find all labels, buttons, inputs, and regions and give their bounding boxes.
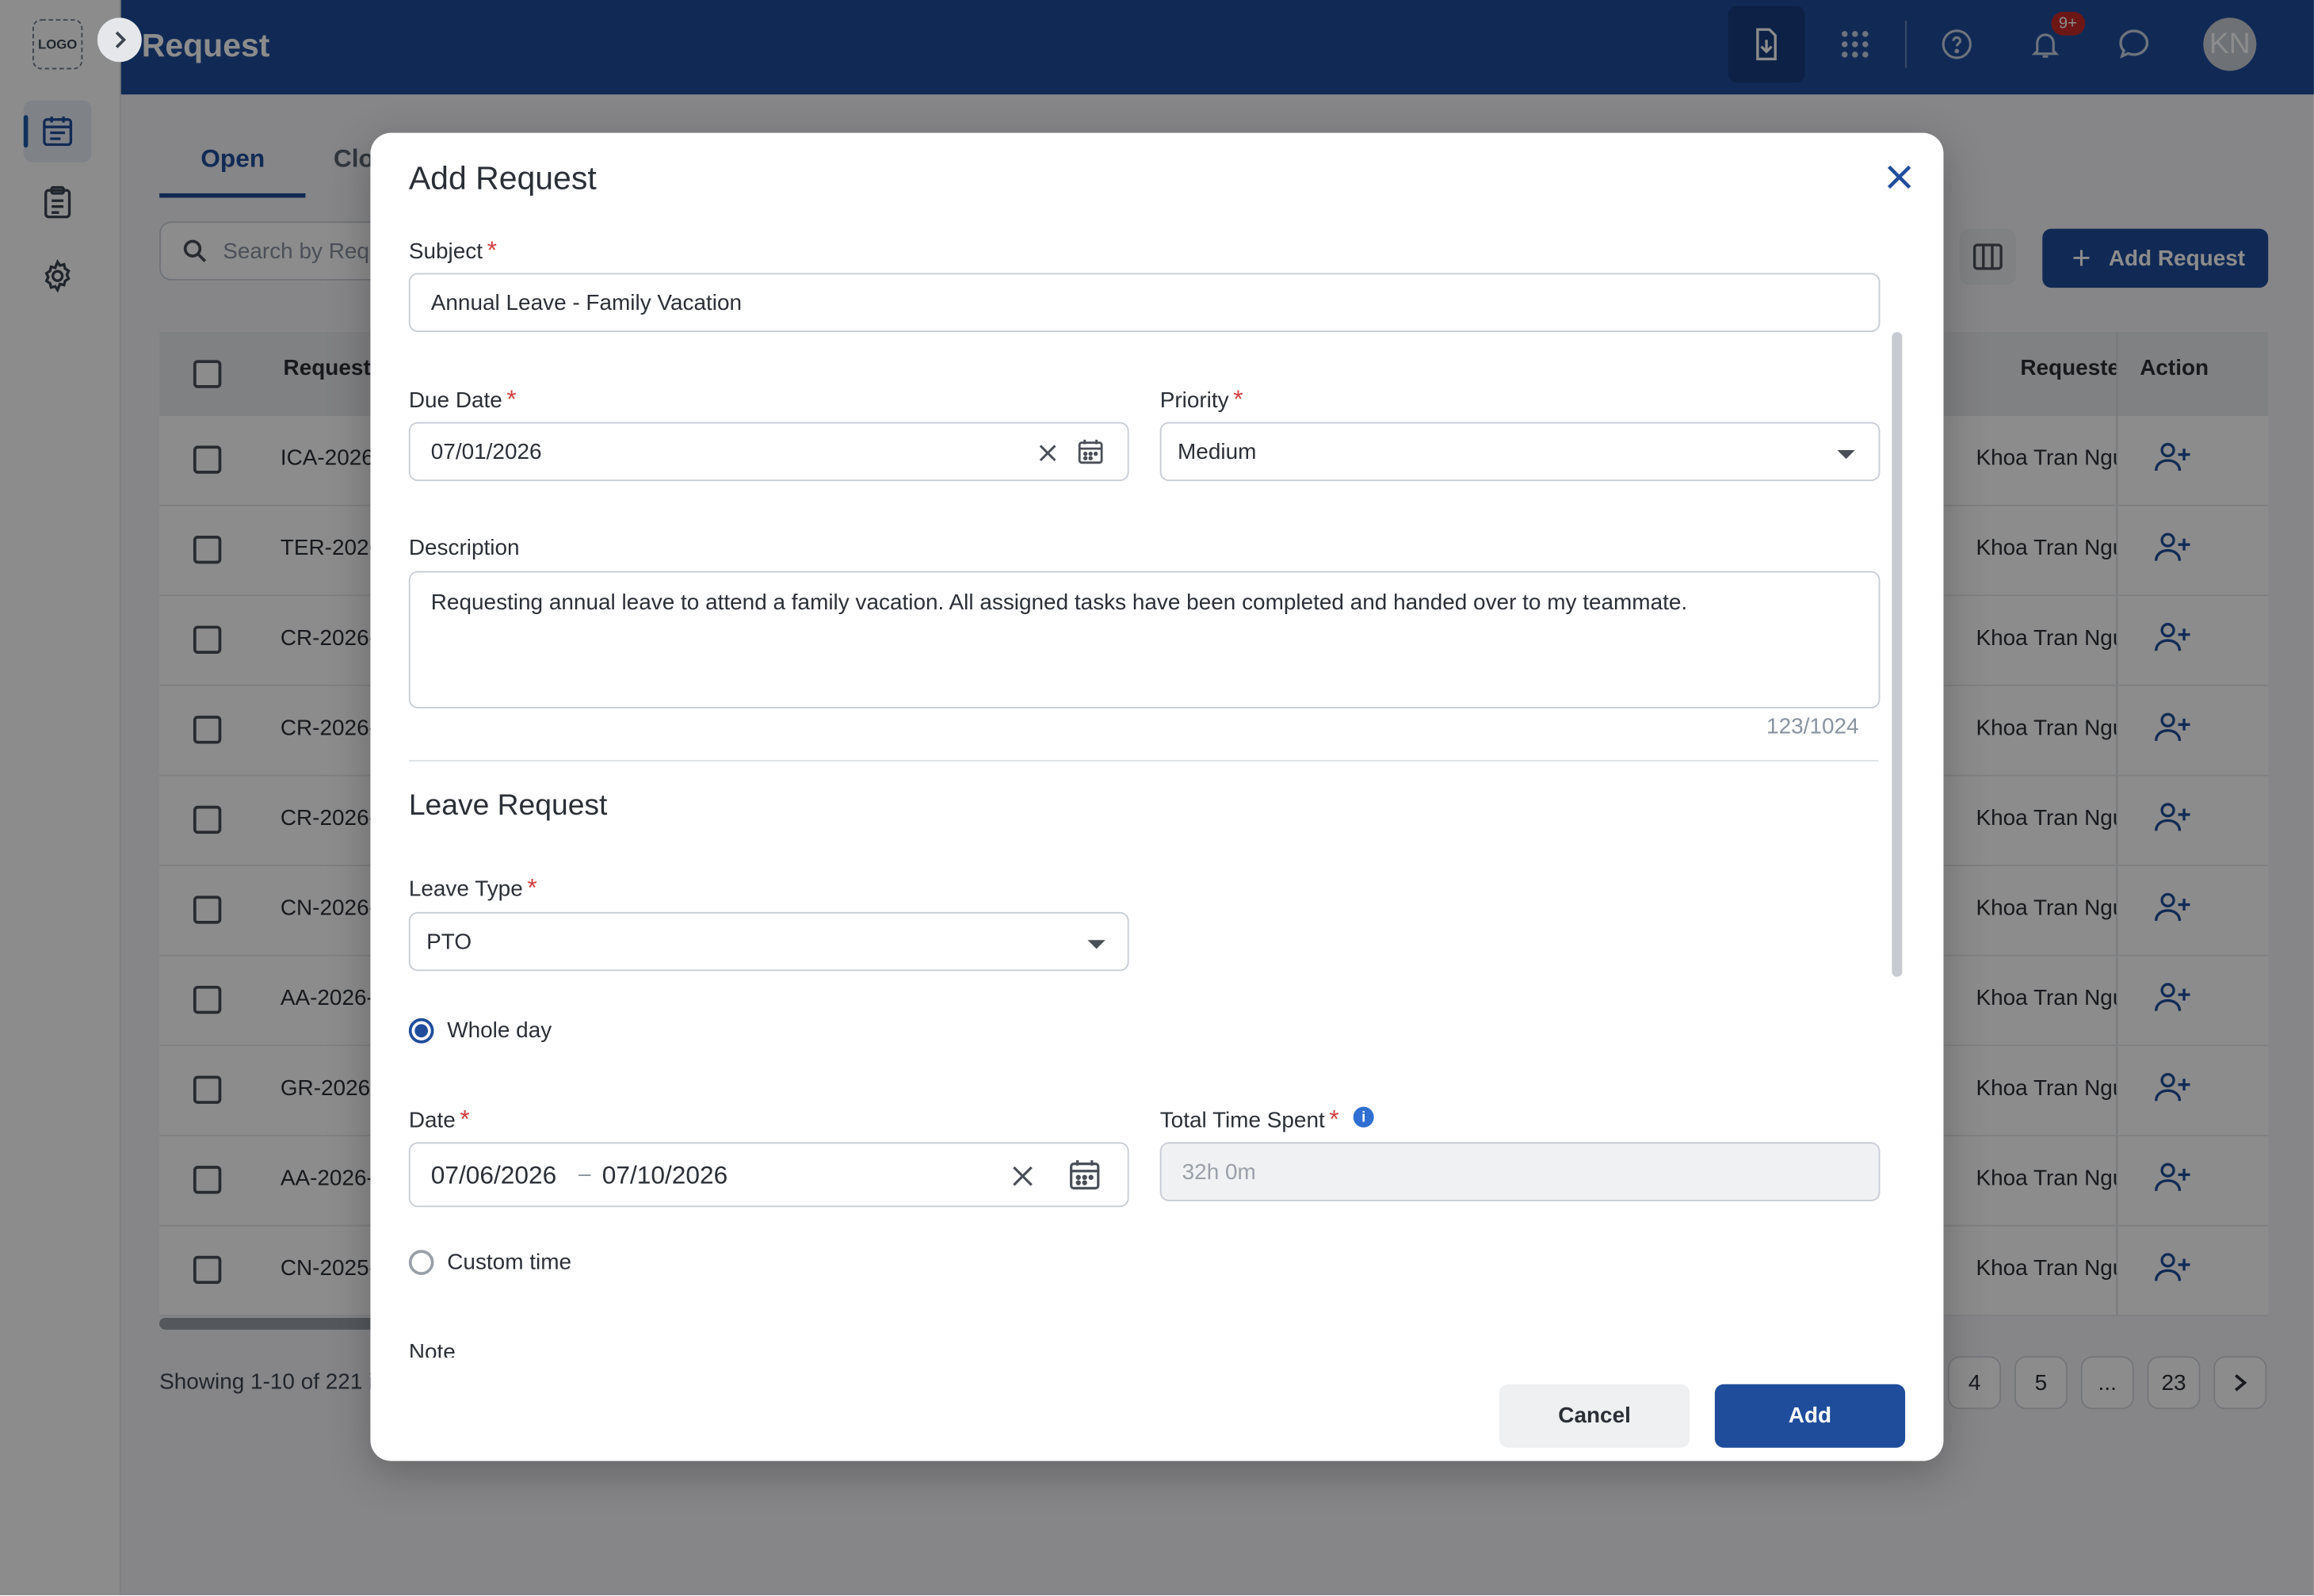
priority-select[interactable]: Medium xyxy=(1159,422,1881,482)
add-button[interactable]: Add xyxy=(1714,1384,1906,1448)
description-field[interactable]: Requesting annual leave to attend a fami… xyxy=(408,571,1881,708)
section-divider xyxy=(408,760,1879,762)
note-label: Note xyxy=(408,1339,456,1358)
total-time-label: Total Time Spent * xyxy=(1159,1105,1339,1134)
clear-icon[interactable] xyxy=(1011,1164,1035,1188)
date-label: Date * xyxy=(408,1105,470,1134)
calendar-icon[interactable] xyxy=(1077,438,1104,465)
date-start[interactable]: 07/06/2026 xyxy=(431,1162,556,1191)
leave-type-label: Leave Type * xyxy=(408,873,537,902)
due-date-label: Due Date * xyxy=(408,385,517,414)
subject-label: Subject * xyxy=(408,235,497,265)
info-icon[interactable]: i xyxy=(1353,1106,1374,1128)
dialog-title: Add Request xyxy=(408,159,597,197)
chevron-down-icon xyxy=(1087,940,1105,949)
custom-time-label[interactable]: Custom time xyxy=(447,1250,571,1275)
custom-time-radio[interactable] xyxy=(408,1250,434,1275)
date-separator: – xyxy=(578,1161,591,1187)
chevron-down-icon xyxy=(1837,449,1855,460)
sidebar-expand-button[interactable] xyxy=(97,17,142,63)
dialog-scrollbar[interactable] xyxy=(1892,331,1903,977)
description-label: Description xyxy=(408,535,520,561)
leave-type-select[interactable]: PTO xyxy=(408,911,1129,972)
date-range-field[interactable]: 07/06/2026 – 07/10/2026 xyxy=(408,1142,1129,1208)
character-counter: 123/1024 xyxy=(1766,714,1859,739)
close-icon xyxy=(1888,165,1911,189)
date-end[interactable]: 07/10/2026 xyxy=(602,1162,727,1191)
close-button[interactable] xyxy=(1881,159,1917,195)
section-title: Leave Request xyxy=(408,789,608,823)
cancel-button[interactable]: Cancel xyxy=(1499,1384,1690,1448)
whole-day-label[interactable]: Whole day xyxy=(447,1018,552,1044)
calendar-icon[interactable] xyxy=(1068,1159,1101,1191)
add-request-dialog: Add Request Subject * Annual Leave - Fami… xyxy=(370,132,1944,1461)
total-time-field: 32h 0m xyxy=(1159,1142,1881,1201)
app-root: LOGO Request 9+ KN Open Clo Search by Re… xyxy=(0,0,2314,1596)
due-date-field[interactable]: 07/01/2026 xyxy=(408,422,1129,482)
subject-field[interactable]: Annual Leave - Family Vacation xyxy=(408,273,1881,332)
clear-icon[interactable] xyxy=(1037,443,1058,464)
whole-day-radio[interactable] xyxy=(408,1018,434,1044)
chevron-right-icon xyxy=(115,31,127,48)
priority-label: Priority * xyxy=(1159,385,1243,414)
